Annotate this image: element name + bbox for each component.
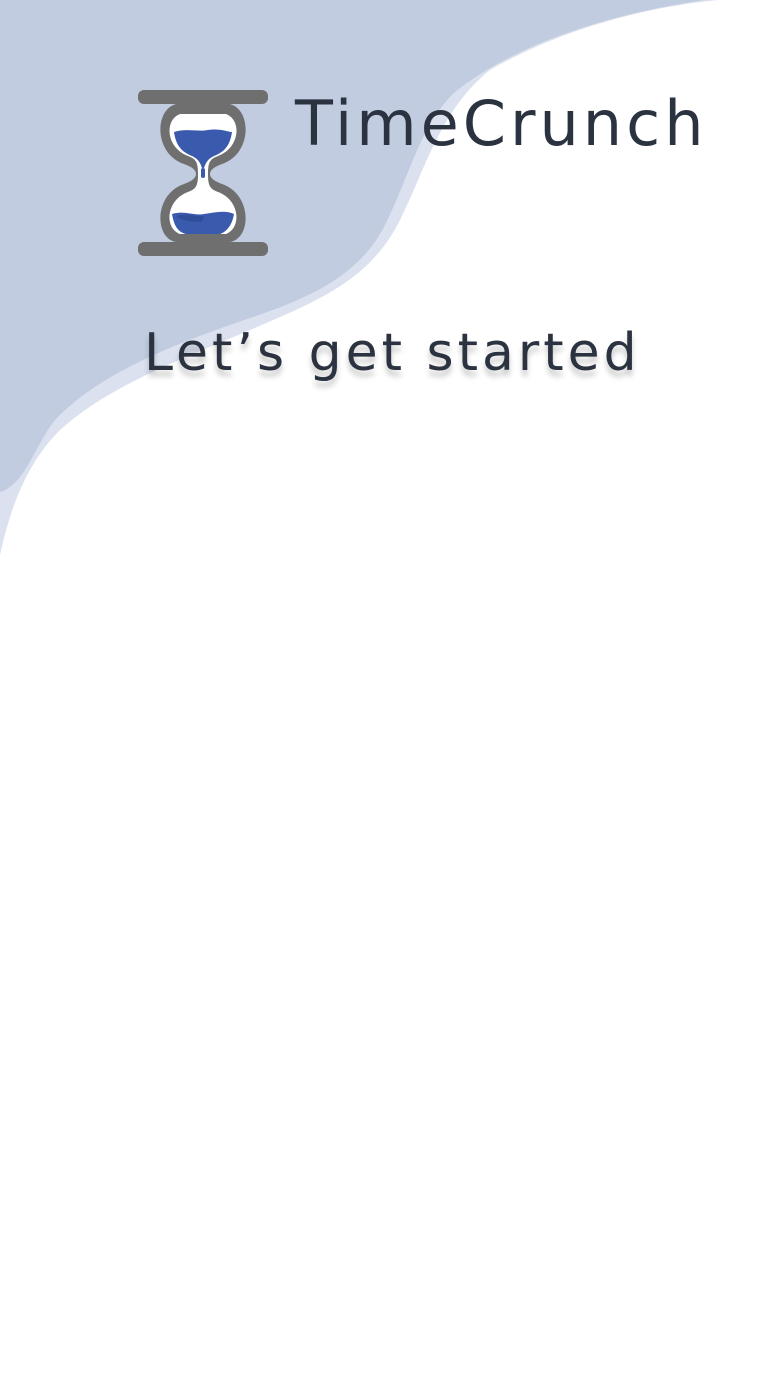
hourglass-icon [138, 90, 268, 256]
background-wave-dark [0, 0, 705, 492]
app-title: TimeCrunch [295, 87, 708, 160]
welcome-tagline: Let’s get started [144, 323, 641, 383]
